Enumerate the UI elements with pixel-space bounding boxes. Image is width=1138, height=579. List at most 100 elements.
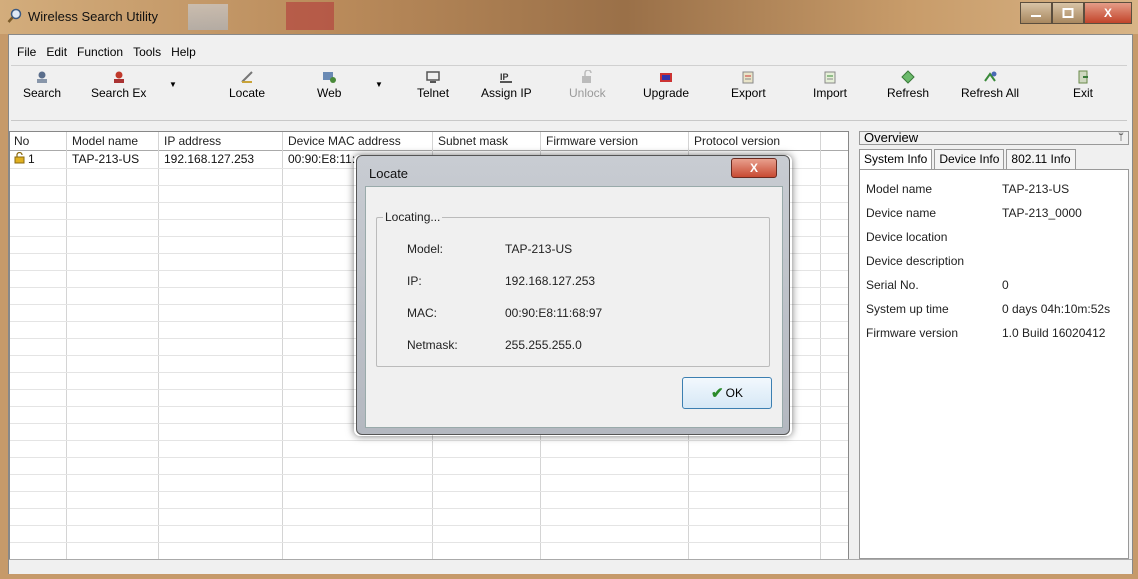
system-info-panel: Model name TAP-213-US Device name TAP-21… xyxy=(859,169,1129,559)
row-divider xyxy=(10,474,848,475)
ok-button[interactable]: ✔ OK xyxy=(682,377,772,409)
dialog-title: Locate xyxy=(369,166,409,181)
svg-text:IP: IP xyxy=(500,72,509,82)
pin-icon[interactable]: ᛘ xyxy=(1118,132,1124,144)
export-icon xyxy=(741,70,755,84)
field-value: TAP-213-US xyxy=(505,242,573,256)
field-label: Netmask: xyxy=(407,338,458,352)
overview-title-label: Overview xyxy=(864,130,919,145)
field-value: 00:90:E8:11:68:97 xyxy=(505,306,603,320)
row-divider xyxy=(10,440,848,441)
exit-icon xyxy=(1076,70,1090,84)
refresh-all-icon xyxy=(983,70,997,84)
web-icon xyxy=(322,70,337,84)
locate-dialog: Locate X Locating... Model: TAP-213-US I… xyxy=(356,155,790,435)
menu-file[interactable]: File xyxy=(13,43,42,63)
menu-function[interactable]: Function xyxy=(73,43,129,63)
exit-button[interactable]: Exit xyxy=(1073,70,1093,100)
field-label: Device name xyxy=(866,206,937,220)
field-value: 192.168.127.253 xyxy=(505,274,596,288)
field-label: Model name xyxy=(866,182,933,196)
row-divider xyxy=(10,525,848,526)
locating-group: Locating... Model: TAP-213-US IP: 192.16… xyxy=(376,210,770,367)
import-icon xyxy=(823,70,837,84)
column-header-ip[interactable]: IP address xyxy=(164,134,221,148)
close-button[interactable]: X xyxy=(1084,2,1132,24)
checkmark-icon: ✔ xyxy=(711,385,724,402)
menu-bar: File Edit Function Tools Help xyxy=(9,43,202,63)
menu-tools[interactable]: Tools xyxy=(129,43,167,63)
locate-button[interactable]: Locate xyxy=(229,70,265,100)
field-value: TAP-213-US xyxy=(1002,182,1070,196)
search-ex-dropdown-icon[interactable]: ▼ xyxy=(169,80,177,89)
field-value: 255.255.255.0 xyxy=(505,338,582,352)
status-bar xyxy=(9,559,1132,574)
search-button[interactable]: Search xyxy=(23,70,61,100)
window-title: Wireless Search Utility xyxy=(28,9,159,24)
table-header: No Model name IP address Device MAC addr… xyxy=(10,132,848,151)
refresh-button[interactable]: Refresh xyxy=(887,70,929,100)
assign-ip-button[interactable]: IP Assign IP xyxy=(481,70,532,100)
column-header-firmware[interactable]: Firmware version xyxy=(546,134,638,148)
overview-tabs: System Info Device Info 802.11 Info xyxy=(859,149,1078,169)
field-label: Serial No. xyxy=(866,278,919,292)
row-divider xyxy=(10,542,848,543)
group-label: Locating... xyxy=(383,210,443,224)
column-header-subnet[interactable]: Subnet mask xyxy=(438,134,508,148)
dialog-content: Locating... Model: TAP-213-US IP: 192.16… xyxy=(365,186,783,428)
column-header-mac[interactable]: Device MAC address xyxy=(288,134,401,148)
field-value: TAP-213_0000 xyxy=(1002,206,1082,220)
tab-system-info[interactable]: System Info xyxy=(859,149,933,169)
overview-title: Overview ᛘ xyxy=(859,131,1129,145)
minimize-button[interactable] xyxy=(1020,2,1052,24)
cell-mac: 00:90:E8:11: xyxy=(288,152,356,166)
upgrade-button[interactable]: Upgrade xyxy=(643,70,689,100)
column-divider xyxy=(158,132,159,564)
title-bar: Wireless Search Utility X xyxy=(0,0,1138,34)
dialog-close-button[interactable]: X xyxy=(731,158,777,178)
row-divider xyxy=(10,457,848,458)
import-button[interactable]: Import xyxy=(813,70,847,100)
field-label: Device location xyxy=(866,230,948,244)
search-user-icon xyxy=(35,70,49,84)
cell-no: 1 xyxy=(28,152,35,166)
field-value: 1.0 Build 16020412 xyxy=(1002,326,1106,340)
field-label: Device description xyxy=(866,254,965,268)
maximize-icon xyxy=(1062,8,1074,18)
column-divider xyxy=(66,132,67,564)
field-value: 0 xyxy=(1002,278,1009,292)
close-icon: X xyxy=(749,161,758,175)
column-header-no[interactable]: No xyxy=(14,134,29,148)
close-icon: X xyxy=(1103,6,1112,20)
search-ex-icon xyxy=(112,70,126,84)
tab-80211-info[interactable]: 802.11 Info xyxy=(1006,149,1076,169)
export-button[interactable]: Export xyxy=(731,70,766,100)
telnet-icon xyxy=(426,70,440,84)
column-header-protocol[interactable]: Protocol version xyxy=(694,134,780,148)
column-divider xyxy=(282,132,283,564)
field-label: Model: xyxy=(407,242,444,256)
telnet-button[interactable]: Telnet xyxy=(417,70,449,100)
field-label: System up time xyxy=(866,302,949,316)
maximize-button[interactable] xyxy=(1052,2,1084,24)
locate-icon xyxy=(240,70,254,84)
menu-edit[interactable]: Edit xyxy=(42,43,73,63)
row-divider xyxy=(10,508,848,509)
lock-device-icon xyxy=(14,151,26,167)
web-button[interactable]: Web xyxy=(317,70,341,100)
field-label: MAC: xyxy=(407,306,437,320)
tab-device-info[interactable]: Device Info xyxy=(934,149,1005,169)
web-dropdown-icon[interactable]: ▼ xyxy=(375,80,383,89)
taskbar-thumbnail xyxy=(286,2,334,30)
refresh-all-button[interactable]: Refresh All xyxy=(961,70,1019,100)
search-ex-button[interactable]: Search Ex xyxy=(91,70,146,100)
menu-help[interactable]: Help xyxy=(167,43,202,63)
row-divider xyxy=(10,491,848,492)
overview-panel: Overview ᛘ System Info Device Info 802.1… xyxy=(859,131,1131,561)
upgrade-icon xyxy=(659,70,673,84)
taskbar-thumbnail xyxy=(188,4,228,30)
minimize-icon xyxy=(1031,15,1041,17)
column-header-model[interactable]: Model name xyxy=(72,134,138,148)
assign-ip-icon: IP xyxy=(499,70,513,84)
unlock-button[interactable]: Unlock xyxy=(569,69,606,100)
